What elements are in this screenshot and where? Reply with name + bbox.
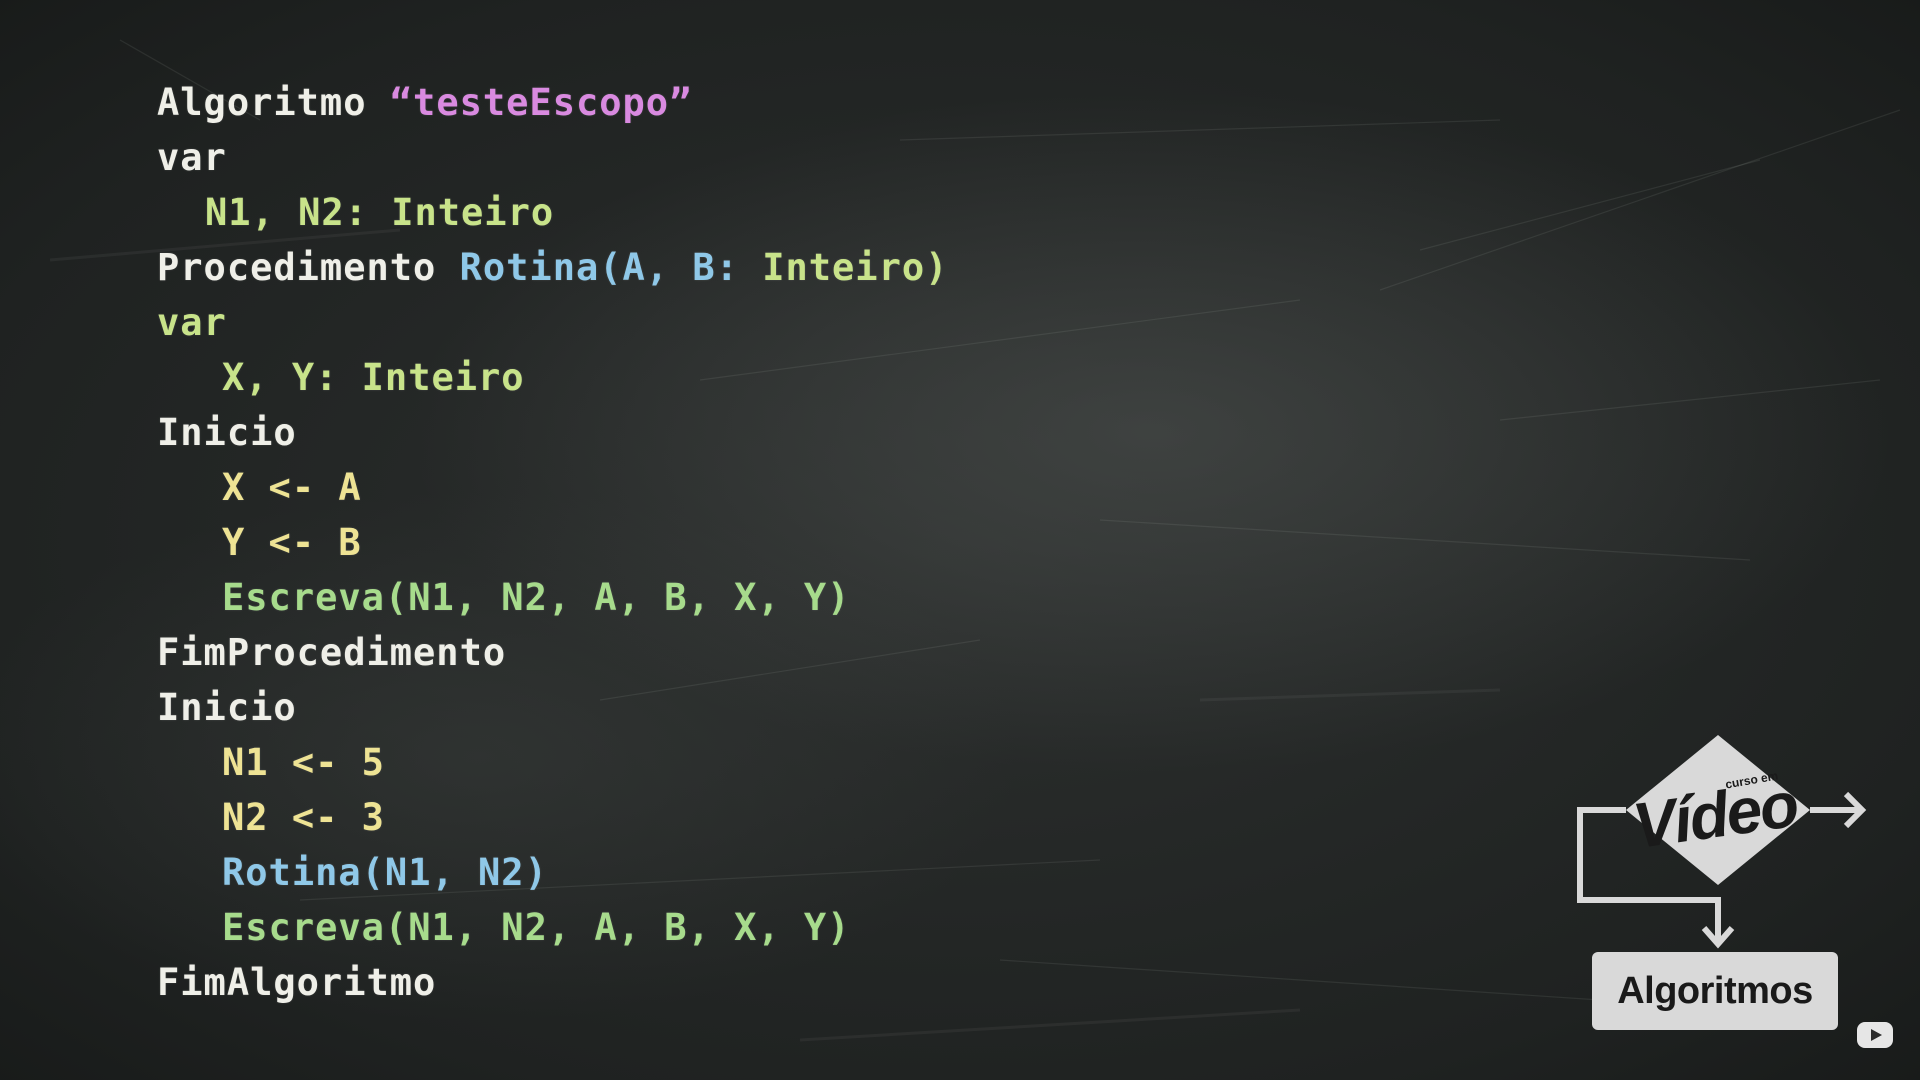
code-token: X <- A [222,466,362,509]
code-token: Algoritmo [157,81,390,124]
code-line-assign: Y <- B [157,515,948,570]
code-token: N2 <- 3 [222,796,385,839]
pseudocode-listing: Algoritmo “testeEscopo” var N1, N2: Inte… [157,75,948,1010]
code-line-assign: X <- A [157,460,948,515]
video-play-icon[interactable] [1856,1020,1894,1050]
code-token: N1 <- 5 [222,741,385,784]
code-token: Rotina(N1, N2) [222,851,548,894]
code-token: var [157,136,227,179]
code-token: Y <- B [222,521,362,564]
code-token: FimAlgoritmo [157,961,437,1004]
code-line-write: Escreva(N1, N2, A, B, X, Y) [157,570,948,625]
code-line-inicio: Inicio [157,405,948,460]
code-line-write: Escreva(N1, N2, A, B, X, Y) [157,900,948,955]
logo-algoritmos-label: Algoritmos [1592,952,1838,1030]
code-token: Inicio [157,411,297,454]
code-line-assign: N1 <- 5 [157,735,948,790]
code-token: var [157,301,227,344]
code-token: “testeEscopo” [389,81,693,124]
code-token: FimProcedimento [157,631,507,674]
code-line-global-decl: N1, N2: Inteiro [157,185,948,240]
code-line-algorithm: Algoritmo “testeEscopo” [157,75,948,130]
curso-em-video-logo: curso em Vídeo Algoritmos [1570,730,1880,1030]
code-line-procedure: Procedimento Rotina(A, B: Inteiro) [157,240,948,295]
code-line-end-algorithm: FimAlgoritmo [157,955,948,1010]
code-token: Inicio [157,686,297,729]
code-line-call: Rotina(N1, N2) [157,845,948,900]
code-line-assign: N2 <- 3 [157,790,948,845]
code-line-end-procedure: FimProcedimento [157,625,948,680]
code-line-var-local: var [157,295,948,350]
code-line-var: var [157,130,948,185]
code-token: X, Y: Inteiro [222,356,525,399]
code-token: Procedimento [157,246,460,289]
code-token: Rotina(A, B: [459,246,763,289]
chalkboard: Algoritmo “testeEscopo” var N1, N2: Inte… [0,0,1920,1080]
code-token: Escreva(N1, N2, A, B, X, Y) [222,906,851,949]
code-token: Inteiro) [762,246,949,289]
code-line-inicio: Inicio [157,680,948,735]
code-token: N1, N2: Inteiro [205,191,555,234]
code-line-local-decl: X, Y: Inteiro [157,350,948,405]
code-token: Escreva(N1, N2, A, B, X, Y) [222,576,851,619]
